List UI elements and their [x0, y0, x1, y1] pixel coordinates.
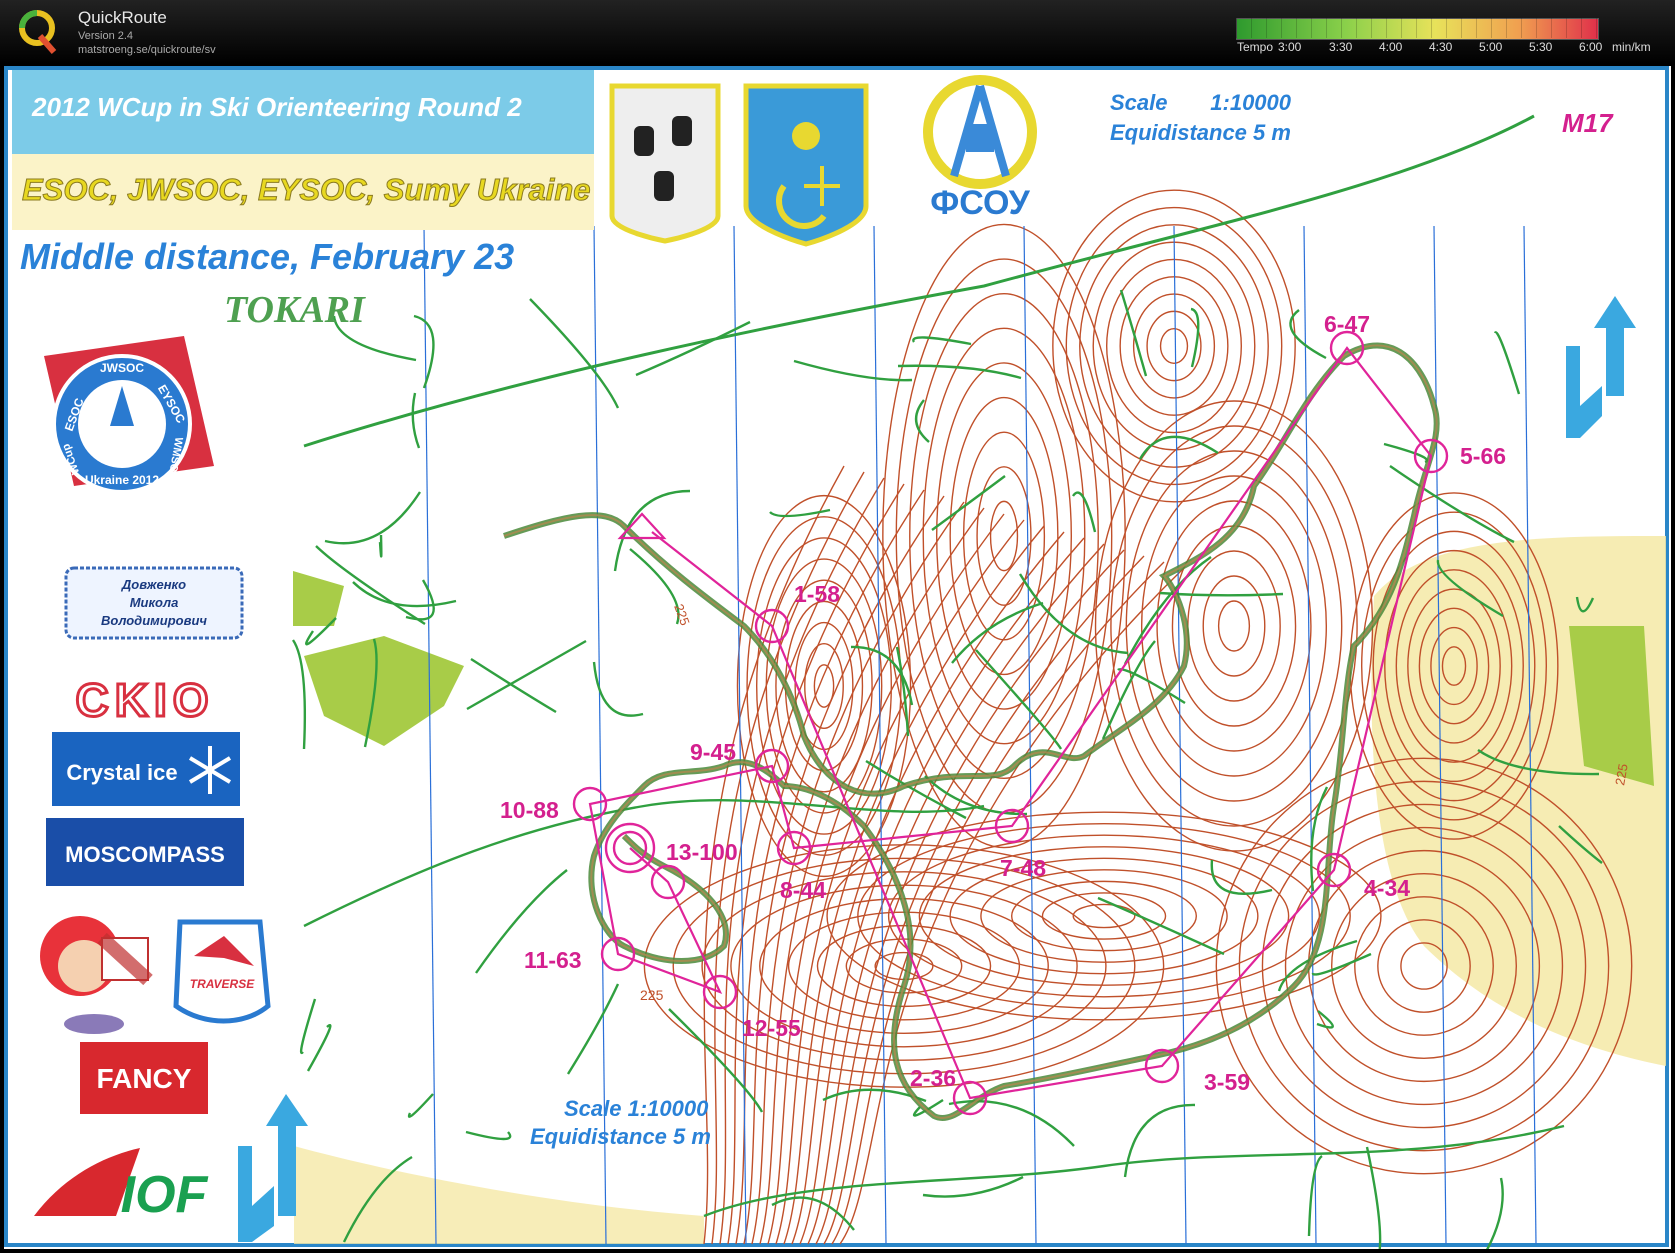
control-label: 2-36	[910, 1065, 956, 1091]
svg-text:Володимирович: Володимирович	[101, 613, 207, 628]
esoc-badge-logo: JWSOC ESOC EYSOC WCup WMSOC Ukraine 2012	[44, 336, 214, 494]
control-label: 5-66	[1460, 443, 1506, 469]
control-label: 13-100	[666, 839, 738, 865]
tempo-tick: 4:30	[1429, 40, 1453, 54]
app-title: QuickRoute	[78, 8, 167, 27]
race-title: Middle distance, February 23	[20, 236, 515, 277]
fancy-logo: FANCY	[80, 1042, 208, 1114]
app-header: QuickRoute Version 2.4 matstroeng.se/qui…	[0, 0, 1675, 64]
crystal-ice-logo: Crystal ice	[52, 732, 240, 806]
control-label: 7-48	[1000, 855, 1046, 881]
tempo-tick: 4:00	[1379, 40, 1403, 54]
control-label: 1-58	[794, 581, 840, 607]
contour-label: 225	[640, 987, 664, 1003]
control-label: 9-45	[690, 739, 736, 765]
tempo-tick: 3:00	[1278, 40, 1302, 54]
sumy-emblem-bags-icon	[609, 83, 721, 244]
ckio-logo: CKIO	[48, 673, 242, 728]
svg-text:FANCY: FANCY	[97, 1063, 192, 1094]
svg-text:JWSOC: JWSOC	[100, 361, 144, 375]
scale-bottom: Scale 1:10000	[564, 1096, 709, 1121]
control-label: 11-63	[524, 947, 582, 973]
tempo-tick: 5:30	[1529, 40, 1553, 54]
svg-text:MOSCOMPASS: MOSCOMPASS	[65, 842, 225, 867]
svg-text:TRAVERSE: TRAVERSE	[190, 977, 255, 991]
area-name: TOKARI	[224, 289, 365, 331]
equidistance-top: Equidistance 5 m	[1110, 120, 1291, 145]
course-class: M17	[1562, 108, 1613, 138]
banner-title: 2012 WCup in Ski Orienteering Round 2	[32, 92, 522, 122]
scale-top: Scale 1:10000	[1110, 90, 1292, 115]
traverse-logo: TRAVERSE	[173, 919, 271, 1024]
equidistance-bottom: Equidistance 5 m	[530, 1124, 711, 1149]
tempo-tick: 6:00	[1579, 40, 1603, 54]
event-names: ESOC, JWSOC, EYSOC, Sumy Ukraine	[22, 172, 591, 208]
svg-text:Crystal ice: Crystal ice	[66, 760, 177, 785]
control-label: 3-59	[1204, 1069, 1250, 1095]
svg-text:CKIO: CKIO	[76, 674, 215, 726]
orienteering-map[interactable]: 1-58 2-36 3-59 4-34 5-66 6-47 7-48 8-44 9-45 10-8…	[4, 66, 1671, 1249]
tempo-tick: 5:00	[1479, 40, 1503, 54]
quickroute-logo-icon	[19, 10, 57, 54]
tempo-tick: 3:30	[1329, 40, 1353, 54]
svg-text:Микола: Микола	[130, 595, 179, 610]
control-label: 8-44	[780, 877, 826, 903]
fsou-text: ФСОУ	[930, 184, 1030, 222]
tempo-unit: min/km	[1612, 40, 1651, 54]
sumy-emblem-coat-icon	[743, 83, 869, 247]
control-label: 10-88	[500, 797, 559, 823]
svg-text:Ukraine 2012: Ukraine 2012	[85, 473, 159, 487]
control-label: 4-34	[1364, 875, 1410, 901]
control-label: 6-47	[1324, 311, 1370, 337]
app-version: Version 2.4	[78, 30, 134, 42]
svg-text:Довженко: Довженко	[121, 577, 186, 592]
control-label: 12-55	[742, 1015, 801, 1041]
moscompass-logo: MOSCOMPASS	[46, 818, 244, 886]
dovzhenko-plate: Довженко Микола Володимирович	[64, 566, 244, 640]
svg-text:IOF: IOF	[121, 1166, 209, 1224]
tempo-label: Tempo	[1237, 40, 1274, 54]
app-url[interactable]: matstroeng.se/quickroute/sv	[78, 44, 216, 56]
